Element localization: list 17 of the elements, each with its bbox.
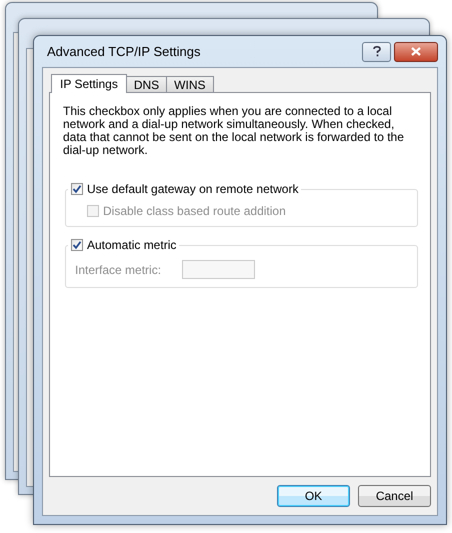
tab[interactable]: DNS: [126, 76, 168, 92]
ok-button[interactable]: OK: [277, 485, 350, 507]
window-title: Advanced TCP/IP Settings: [46, 44, 200, 59]
cancel-button[interactable]: Cancel: [358, 485, 431, 507]
checkbox-label: Use default gateway on remote network: [87, 182, 298, 196]
tab[interactable]: IP Settings: [51, 74, 127, 93]
checkbox-label: Automatic metric: [87, 238, 176, 252]
close-button[interactable]: [394, 42, 438, 62]
close-icon: [411, 47, 421, 56]
help-icon: [372, 46, 380, 57]
tab[interactable]: WINS: [166, 76, 214, 92]
checkbox[interactable]: [71, 239, 83, 251]
description-text: This checkbox only applies when you are connected to a local network and a dial-up network simultaneously. When checked, data that cannot be sent on the local network is forwarded to the dial-up network.: [63, 105, 405, 157]
checkbox[interactable]: [71, 183, 83, 195]
field-label: Interface metric:: [75, 262, 162, 276]
checkbox-label: Disable class based route addition: [103, 204, 286, 218]
help-button[interactable]: [362, 42, 391, 62]
